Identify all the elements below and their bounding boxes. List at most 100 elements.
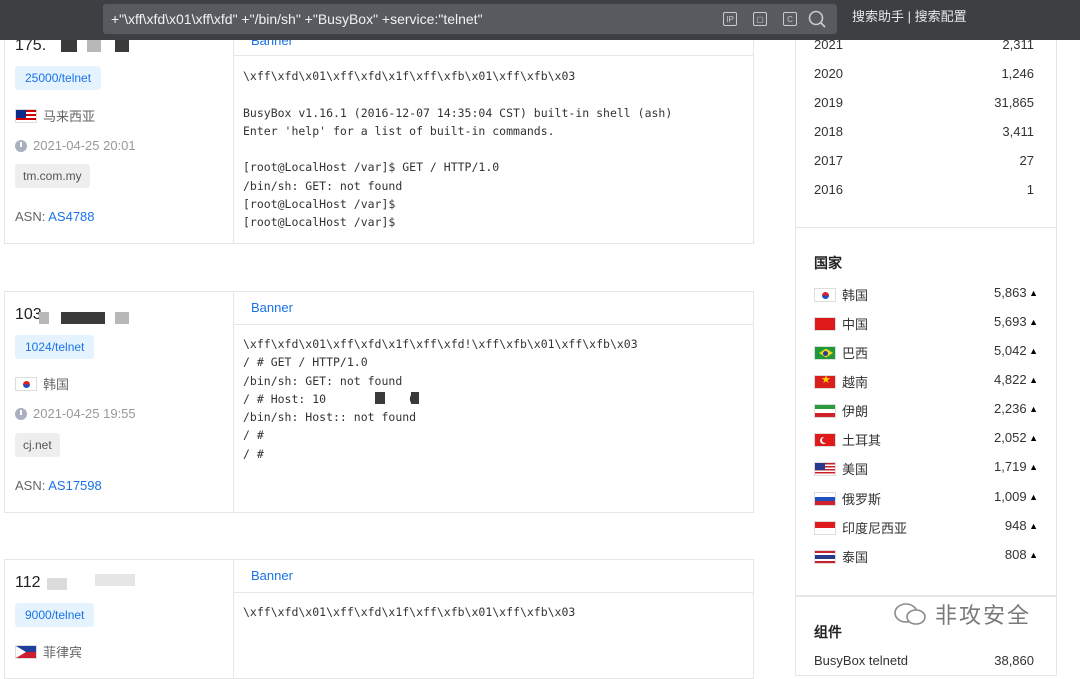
banner-text: \xff\xfd\x01\xff\xfd\x1f\xff\xfb\x01\xff… xyxy=(243,69,673,230)
country-name: 韩国 xyxy=(43,377,70,392)
country-row[interactable]: 巴西 5,042 xyxy=(814,343,1048,362)
country[interactable]: 马来西亚 xyxy=(15,106,95,125)
country-name: 美国 xyxy=(842,462,869,477)
search-helper-links[interactable]: 搜索助手 | 搜索配置 xyxy=(852,0,967,34)
year-count: 27 xyxy=(1019,153,1034,168)
image-search-icon[interactable]: ▢ xyxy=(753,12,767,26)
country-name: 菲律宾 xyxy=(43,645,83,660)
tab-banner[interactable]: Banner xyxy=(251,568,293,583)
malaysia-flag-icon xyxy=(15,108,37,123)
iran-flag-icon xyxy=(814,403,836,418)
search-icon[interactable] xyxy=(808,10,826,28)
banner-tab-bar: Banner xyxy=(233,292,753,325)
result-card: 103 1024/telnet 韩国 2021-04-25 19:55 cj.n… xyxy=(4,291,754,513)
country-name: 土耳其 xyxy=(842,433,882,448)
result-card: 175. 25000/telnet 马来西亚 2021-04-25 20:01 … xyxy=(4,22,754,244)
country[interactable]: 韩国 xyxy=(15,374,69,393)
redaction xyxy=(375,392,385,404)
domain-tag[interactable]: cj.net xyxy=(15,433,60,457)
country-count: 1,009 xyxy=(994,489,1038,504)
banner-text: \xff\xfd\x01\xff\xfd\x1f\xff\xfb\x01\xff… xyxy=(243,605,576,619)
country-row[interactable]: 伊朗 2,236 xyxy=(814,401,1048,420)
year-row[interactable]: 2019 31,865 xyxy=(814,95,1034,110)
year-row[interactable]: 2016 1 xyxy=(814,182,1034,197)
ip-address[interactable]: 103 xyxy=(15,306,42,324)
tab-banner[interactable]: Banner xyxy=(251,300,293,315)
banner-tab-bar: Banner xyxy=(233,560,753,593)
service-tag[interactable]: 1024/telnet xyxy=(15,335,95,359)
component-name: BusyBox telnetd xyxy=(814,653,908,668)
redaction xyxy=(95,574,135,586)
country[interactable]: 菲律宾 xyxy=(15,642,82,661)
country-count: 948 xyxy=(1005,518,1038,533)
result-meta: 175. 25000/telnet 马来西亚 2021-04-25 20:01 … xyxy=(5,23,234,243)
countries-heading: 国家 xyxy=(814,255,842,271)
country-name: 印度尼西亚 xyxy=(842,521,908,536)
result-meta: 103 1024/telnet 韩国 2021-04-25 19:55 cj.n… xyxy=(5,292,234,512)
ip-address[interactable]: 112 xyxy=(15,574,41,592)
russia-flag-icon xyxy=(814,491,836,506)
country-name: 中国 xyxy=(842,317,869,332)
redaction xyxy=(87,40,101,52)
usa-flag-icon xyxy=(814,461,836,476)
philippines-flag-icon xyxy=(15,644,37,659)
vietnam-flag-icon xyxy=(814,374,836,389)
timestamp: 2021-04-25 20:01 xyxy=(15,138,136,153)
banner-text: \xff\xfd\x01\xff\xfd\x1f\xff\xfd!\xff\xf… xyxy=(243,337,638,461)
country-count: 2,236 xyxy=(994,401,1038,416)
asn-link[interactable]: AS17598 xyxy=(48,478,102,493)
country-name: 伊朗 xyxy=(842,404,869,419)
search-box[interactable]: +"\xff\xfd\x01\xff\xfd" +"/bin/sh" +"Bus… xyxy=(103,4,837,34)
year-label: 2019 xyxy=(814,95,843,110)
asn: ASN: AS17598 xyxy=(15,478,102,493)
year-count: 3,411 xyxy=(1002,124,1034,139)
ip-icon[interactable]: IP xyxy=(723,12,737,26)
country-row[interactable]: 中国 5,693 xyxy=(814,314,1048,333)
asn-label: ASN: xyxy=(15,209,46,224)
country-name: 马来西亚 xyxy=(43,109,96,124)
country-count: 4,822 xyxy=(994,372,1038,387)
asn-link[interactable]: AS4788 xyxy=(48,209,94,224)
year-count: 31,865 xyxy=(994,95,1034,110)
country-count: 1,719 xyxy=(994,459,1038,474)
timestamp-text: 2021-04-25 20:01 xyxy=(33,138,136,153)
top-bar: +"\xff\xfd\x01\xff\xfd" +"/bin/sh" +"Bus… xyxy=(0,0,1080,40)
country-count: 5,863 xyxy=(994,285,1038,300)
component-row[interactable]: BusyBox telnetd 38,860 xyxy=(814,653,1034,668)
country-row[interactable]: 泰国 808 xyxy=(814,547,1048,566)
banner-panel: Banner \xff\xfd\x01\xff\xfd\x1f\xff\xfb\… xyxy=(233,23,753,243)
country-row[interactable]: 美国 1,719 xyxy=(814,459,1048,478)
domain-tag[interactable]: tm.com.my xyxy=(15,164,90,188)
country-row[interactable]: 韩国 5,863 xyxy=(814,285,1048,304)
country-row[interactable]: 越南 4,822 xyxy=(814,372,1048,391)
country-stats-panel: 国家 韩国 5,863 中国 5,693 巴西 5,042 越南 4,822 伊朗 2,2… xyxy=(795,228,1057,596)
asn: ASN: AS4788 xyxy=(15,209,95,224)
country-name: 越南 xyxy=(842,375,869,390)
year-label: 2016 xyxy=(814,182,843,197)
search-query[interactable]: +"\xff\xfd\x01\xff\xfd" +"/bin/sh" +"Bus… xyxy=(111,4,483,34)
redaction xyxy=(115,312,129,324)
redaction xyxy=(47,578,67,590)
country-count: 5,042 xyxy=(994,343,1038,358)
timestamp-text: 2021-04-25 19:55 xyxy=(33,406,136,421)
watermark: 非攻安全 xyxy=(893,598,1031,630)
service-tag[interactable]: 9000/telnet xyxy=(15,603,95,627)
country-row[interactable]: 俄罗斯 1,009 xyxy=(814,489,1048,508)
year-label: 2017 xyxy=(814,153,843,168)
redaction xyxy=(61,312,105,324)
year-row[interactable]: 2020 1,246 xyxy=(814,66,1034,81)
year-row[interactable]: 2018 3,411 xyxy=(814,124,1034,139)
asn-label: ASN: xyxy=(15,478,46,493)
country-count: 808 xyxy=(1005,547,1038,562)
components-heading: 组件 xyxy=(814,624,842,640)
year-label: 2020 xyxy=(814,66,843,81)
year-label: 2018 xyxy=(814,124,843,139)
year-row[interactable]: 2017 27 xyxy=(814,153,1034,168)
country-row[interactable]: 印度尼西亚 948 xyxy=(814,518,1048,537)
c-icon[interactable]: C xyxy=(783,12,797,26)
country-name: 巴西 xyxy=(842,346,869,361)
country-count: 5,693 xyxy=(994,314,1038,329)
china-flag-icon xyxy=(814,316,836,331)
country-row[interactable]: 土耳其 2,052 xyxy=(814,430,1048,449)
service-tag[interactable]: 25000/telnet xyxy=(15,66,102,90)
